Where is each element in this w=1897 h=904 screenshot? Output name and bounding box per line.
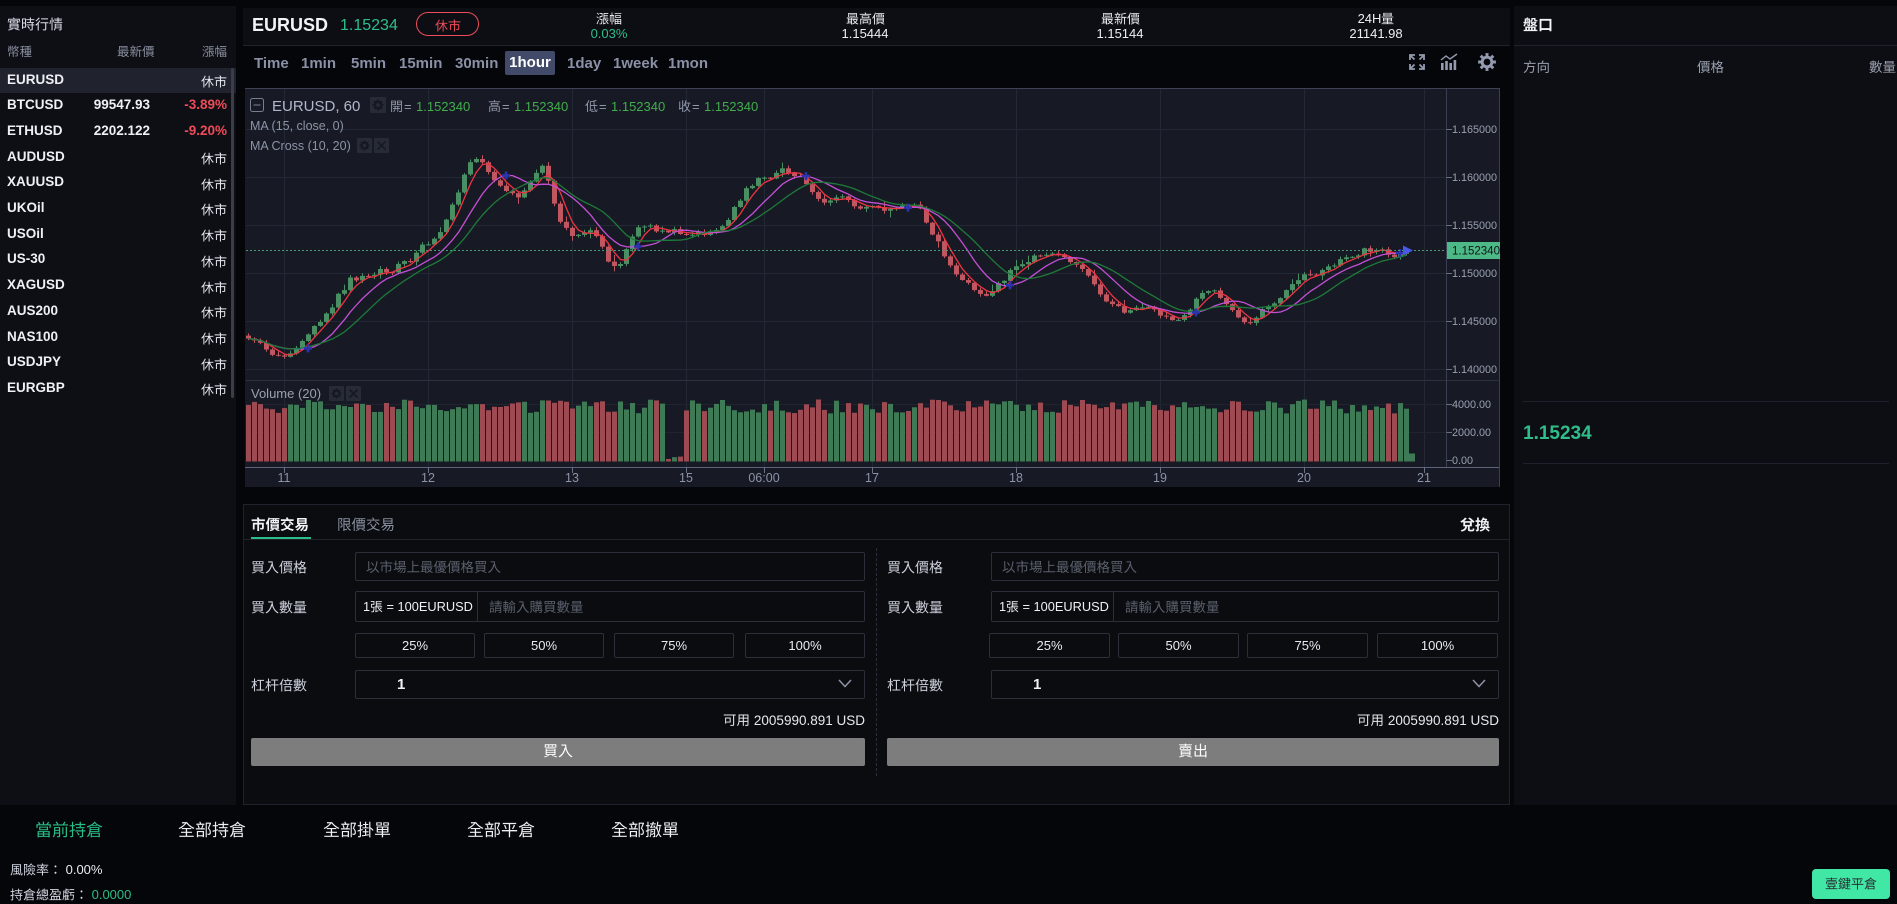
svg-text:4000.00: 4000.00 [1452, 399, 1491, 411]
svg-text:1.165000: 1.165000 [1452, 124, 1497, 136]
svg-text:12: 12 [421, 471, 435, 485]
svg-text:19: 19 [1153, 471, 1167, 485]
svg-text:1.152340: 1.152340 [704, 99, 758, 114]
svg-text:1.152340: 1.152340 [611, 99, 665, 114]
svg-text:=: = [502, 99, 510, 114]
svg-text:1.160000: 1.160000 [1452, 172, 1497, 184]
svg-text:=: = [599, 99, 607, 114]
svg-text:EURUSD, 60: EURUSD, 60 [272, 98, 360, 115]
svg-text:1.150000: 1.150000 [1452, 268, 1497, 280]
svg-text:21: 21 [1417, 471, 1431, 485]
svg-text:MA Cross (10, 20): MA Cross (10, 20) [250, 139, 351, 153]
svg-text:MA (15, close, 0): MA (15, close, 0) [250, 119, 344, 133]
svg-text:2000.00: 2000.00 [1452, 427, 1491, 439]
svg-text:11: 11 [278, 471, 291, 485]
svg-text:20: 20 [1297, 471, 1311, 485]
svg-text:1.152340: 1.152340 [514, 99, 568, 114]
svg-text:=: = [404, 99, 412, 114]
svg-text:=: = [692, 99, 700, 114]
svg-text:0.00: 0.00 [1452, 455, 1473, 467]
svg-text:13: 13 [565, 471, 579, 485]
svg-text:1.155000: 1.155000 [1452, 220, 1497, 232]
svg-text:17: 17 [865, 471, 879, 485]
svg-text:1.152340: 1.152340 [416, 99, 470, 114]
svg-text:1.145000: 1.145000 [1452, 316, 1497, 328]
svg-text:Volume (20): Volume (20) [251, 386, 321, 401]
svg-text:1.140000: 1.140000 [1452, 364, 1497, 376]
svg-text:06:00: 06:00 [748, 471, 779, 485]
svg-text:1.152340: 1.152340 [1452, 246, 1500, 258]
svg-text:18: 18 [1009, 471, 1023, 485]
svg-text:15: 15 [679, 471, 693, 485]
